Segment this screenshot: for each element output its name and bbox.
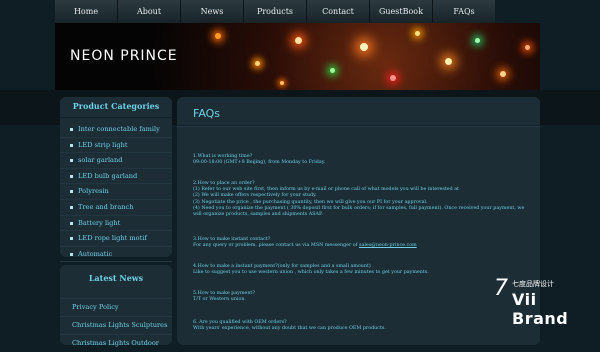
nav-news[interactable]: News <box>181 0 244 23</box>
category-item[interactable]: LED bulb garland <box>60 169 172 185</box>
watermark-chinese: 七度品牌设计 <box>512 280 554 288</box>
news-item[interactable]: Christmas Lights Sculptures <box>60 316 172 334</box>
faq-oem-orders: 6. Are you qualified with OEM orders? Wi… <box>193 320 533 332</box>
category-item[interactable]: Inter connectable family <box>60 122 172 138</box>
watermark-number: 7 <box>494 276 508 301</box>
watermark-brand: Vii Brand <box>512 290 569 328</box>
bullet-icon <box>70 190 73 194</box>
bullet-icon <box>70 221 73 225</box>
faq-answer: Like to suggest you to use western union… <box>193 270 429 276</box>
email-link[interactable]: sales@neon-prince.com <box>359 243 417 248</box>
product-categories-panel: Product Categories Inter connectable fam… <box>60 97 172 263</box>
faq-answer: 09:00-18:00 (GMT+8 Beijing), from Monday… <box>193 160 326 166</box>
category-item[interactable]: solar garland <box>60 153 172 169</box>
header-banner: NEON PRINCE <box>55 23 540 90</box>
nav-contact[interactable]: Contact <box>307 0 370 23</box>
category-item[interactable]: LED rope light motif <box>60 231 172 247</box>
nav-home[interactable]: Home <box>55 0 118 23</box>
bullet-icon <box>70 143 73 147</box>
product-categories-title: Product Categories <box>60 97 172 118</box>
top-nav: Home About News Products Contact GuestBo… <box>55 0 495 24</box>
faq-answer: T/T or Western union. <box>193 297 246 303</box>
faq-answer: For any query or problem, please contact… <box>193 243 417 249</box>
news-item[interactable]: Privacy Policy <box>60 298 172 316</box>
category-item[interactable]: LED strip light <box>60 138 172 154</box>
bullet-icon <box>70 159 73 163</box>
bullet-icon <box>70 174 73 178</box>
page-title: FAQs <box>177 97 540 126</box>
nav-faqs[interactable]: FAQs <box>433 0 495 23</box>
faq-instant-contact: 3.How to make instant contact? For any q… <box>193 237 533 249</box>
faq-answer: With years' experience, without any doub… <box>193 326 386 332</box>
watermark-logo: 7 七度品牌设计 Vii Brand <box>494 276 594 328</box>
faq-working-time: 1.What is working time? 09:00-18:00 (GMT… <box>193 154 533 166</box>
faq-place-order: 2.How to place an order? (1) Refer to ou… <box>193 181 533 218</box>
nav-products[interactable]: Products <box>244 0 307 23</box>
latest-news-title: Latest News <box>88 273 144 283</box>
news-item[interactable]: Christmas Lights Outdoor <box>60 334 172 352</box>
category-list: Inter connectable family LED strip light… <box>60 118 172 263</box>
bullet-icon <box>70 237 73 241</box>
faq-answer-line: will organize products, samples and ship… <box>193 212 323 218</box>
bullet-icon <box>70 205 73 209</box>
faq-instant-payment: 4.How to make a instant payment?(only fo… <box>193 264 533 276</box>
faq-make-payment: 5.How to make payment? T/T or Western un… <box>193 291 533 303</box>
bullet-icon <box>70 252 73 256</box>
news-list: Privacy Policy Christmas Lights Sculptur… <box>60 298 172 352</box>
brand-title: NEON PRINCE <box>70 48 178 64</box>
category-item[interactable]: Battery light <box>60 216 172 232</box>
category-item[interactable]: Polyresin <box>60 184 172 200</box>
category-item[interactable]: Automatic <box>60 247 172 263</box>
category-item[interactable]: Tree and branch <box>60 200 172 216</box>
nav-about[interactable]: About <box>118 0 181 23</box>
nav-guestbook[interactable]: GuestBook <box>370 0 433 23</box>
faq-content-panel: FAQs 1.What is working time? 09:00-18:00… <box>177 97 540 345</box>
latest-news-panel: Latest News Privacy Policy Christmas Lig… <box>60 265 172 347</box>
bullet-icon <box>70 128 73 131</box>
